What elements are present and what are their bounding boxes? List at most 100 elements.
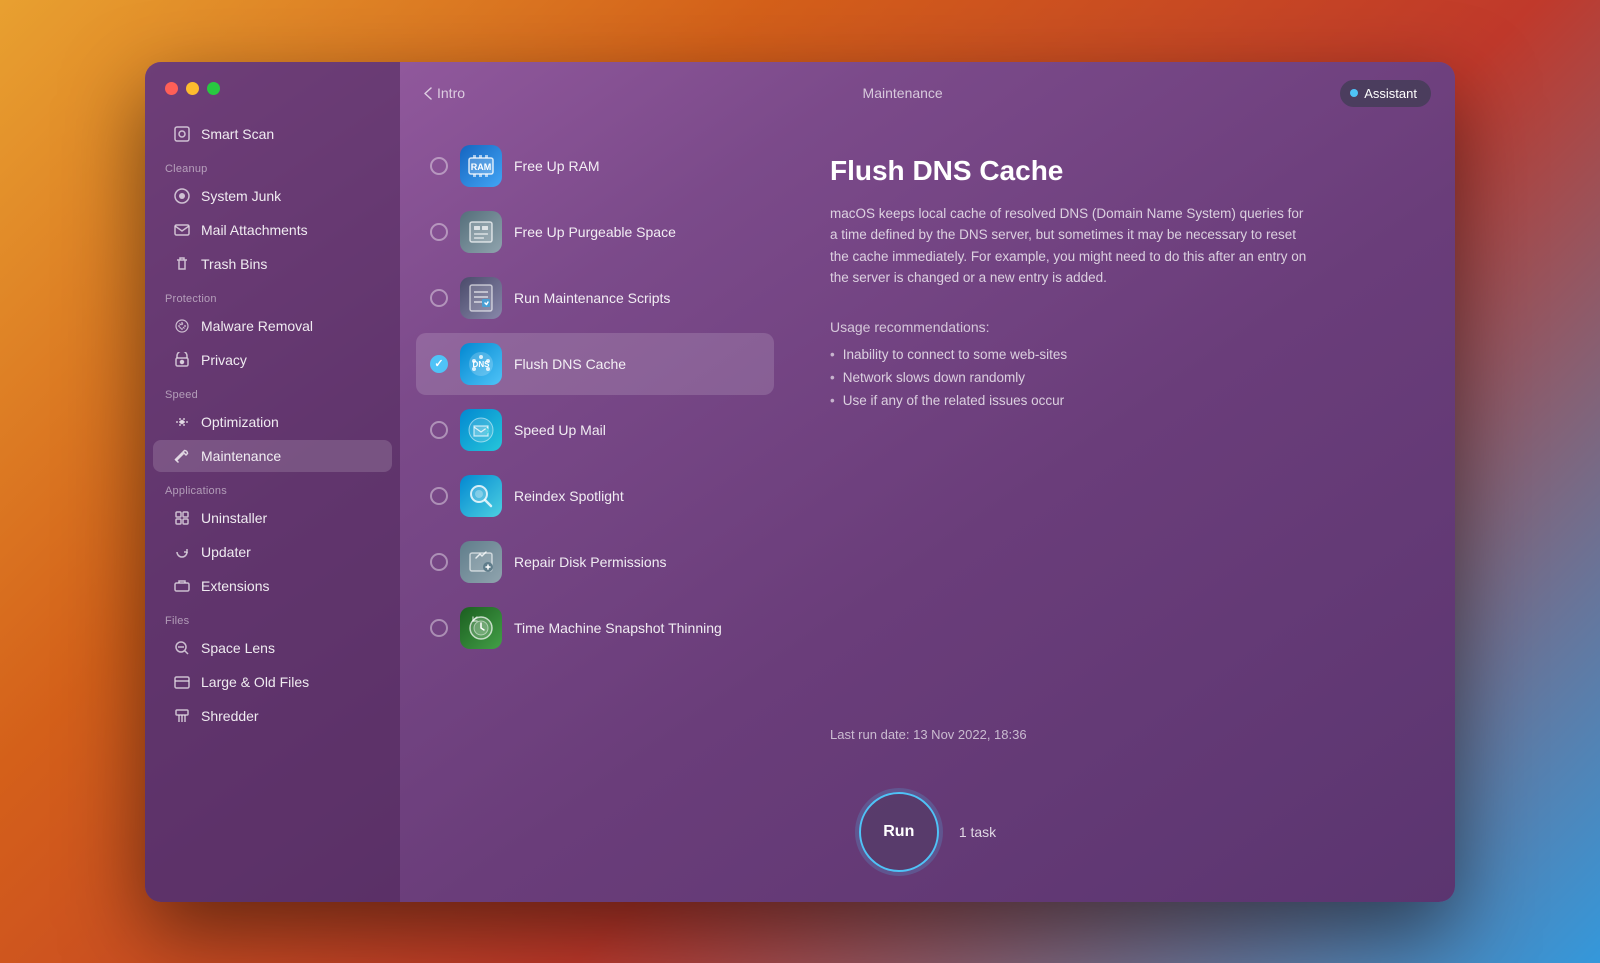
assistant-button[interactable]: Assistant [1340, 80, 1431, 107]
extensions-icon [173, 577, 191, 595]
task-radio-purgeable[interactable] [430, 223, 448, 241]
task-radio-time-machine[interactable] [430, 619, 448, 637]
close-button[interactable] [165, 82, 178, 95]
privacy-icon [173, 351, 191, 369]
task-item-purgeable[interactable]: Free Up Purgeable Space [416, 201, 774, 263]
sidebar-section-protection: Protection [145, 281, 400, 309]
shredder-icon [173, 707, 191, 725]
task-icon-time-machine [460, 607, 502, 649]
task-item-maintenance-scripts[interactable]: Run Maintenance Scripts [416, 267, 774, 329]
usage-item-1: Inability to connect to some web-sites [830, 347, 1415, 362]
sidebar-item-large-old-files[interactable]: Large & Old Files [153, 666, 392, 698]
uninstaller-label: Uninstaller [201, 510, 267, 526]
detail-description: macOS keeps local cache of resolved DNS … [830, 203, 1310, 289]
sidebar-item-space-lens[interactable]: Space Lens [153, 632, 392, 664]
task-radio-repair-disk[interactable] [430, 553, 448, 571]
app-window: Smart Scan Cleanup System Junk Mail Atta… [145, 62, 1455, 902]
main-content: Intro Maintenance Assistant RAM [400, 62, 1455, 902]
privacy-label: Privacy [201, 352, 247, 368]
task-radio-reindex-spotlight[interactable] [430, 487, 448, 505]
sidebar: Smart Scan Cleanup System Junk Mail Atta… [145, 62, 400, 902]
content-split: RAM Free Up RAM [400, 125, 1455, 772]
back-button[interactable]: Intro [424, 85, 465, 101]
task-item-speed-up-mail[interactable]: Speed Up Mail [416, 399, 774, 461]
svg-text:RAM: RAM [471, 162, 492, 172]
top-bar: Intro Maintenance Assistant [400, 62, 1455, 125]
sidebar-section-applications: Applications [145, 473, 400, 501]
task-label-purgeable: Free Up Purgeable Space [514, 224, 676, 240]
task-list: RAM Free Up RAM [400, 125, 790, 772]
space-lens-icon [173, 639, 191, 657]
malware-removal-icon [173, 317, 191, 335]
task-item-time-machine[interactable]: Time Machine Snapshot Thinning [416, 597, 774, 659]
usage-item-3: Use if any of the related issues occur [830, 393, 1415, 408]
task-radio-speed-up-mail[interactable] [430, 421, 448, 439]
detail-title: Flush DNS Cache [830, 155, 1415, 187]
sidebar-section-files: Files [145, 603, 400, 631]
task-item-reindex-spotlight[interactable]: Reindex Spotlight [416, 465, 774, 527]
mail-attachments-label: Mail Attachments [201, 222, 308, 238]
mail-attachments-icon [173, 221, 191, 239]
updater-icon [173, 543, 191, 561]
task-item-free-up-ram[interactable]: RAM Free Up RAM [416, 135, 774, 197]
sidebar-section-speed: Speed [145, 377, 400, 405]
sidebar-item-updater[interactable]: Updater [153, 536, 392, 568]
task-icon-repair-disk [460, 541, 502, 583]
sidebar-item-mail-attachments[interactable]: Mail Attachments [153, 214, 392, 246]
sidebar-item-extensions[interactable]: Extensions [153, 570, 392, 602]
trash-bins-label: Trash Bins [201, 256, 267, 272]
sidebar-item-uninstaller[interactable]: Uninstaller [153, 502, 392, 534]
traffic-lights [165, 82, 220, 95]
maintenance-label: Maintenance [201, 448, 281, 464]
task-label-free-up-ram: Free Up RAM [514, 158, 600, 174]
task-icon-reindex-spotlight [460, 475, 502, 517]
task-label-reindex-spotlight: Reindex Spotlight [514, 488, 624, 504]
system-junk-label: System Junk [201, 188, 281, 204]
task-item-repair-disk[interactable]: Repair Disk Permissions [416, 531, 774, 593]
sidebar-item-smart-scan[interactable]: Smart Scan [153, 118, 392, 150]
sidebar-item-malware-removal[interactable]: Malware Removal [153, 310, 392, 342]
space-lens-label: Space Lens [201, 640, 275, 656]
task-label-speed-up-mail: Speed Up Mail [514, 422, 606, 438]
task-radio-flush-dns[interactable] [430, 355, 448, 373]
task-label-time-machine: Time Machine Snapshot Thinning [514, 620, 722, 636]
sidebar-item-optimization[interactable]: Optimization [153, 406, 392, 438]
bottom-run-area: Run 1 task [400, 772, 1455, 902]
large-old-files-icon [173, 673, 191, 691]
smart-scan-icon [173, 125, 191, 143]
usage-item-2: Network slows down randomly [830, 370, 1415, 385]
task-icon-purgeable [460, 211, 502, 253]
shredder-label: Shredder [201, 708, 259, 724]
page-title: Maintenance [863, 85, 943, 101]
run-button[interactable]: Run [859, 792, 939, 872]
usage-list: Inability to connect to some web-sites N… [830, 347, 1415, 408]
usage-recommendations-label: Usage recommendations: [830, 319, 1415, 335]
extensions-label: Extensions [201, 578, 269, 594]
large-old-files-label: Large & Old Files [201, 674, 309, 690]
task-radio-free-up-ram[interactable] [430, 157, 448, 175]
last-run-date: Last run date: 13 Nov 2022, 18:36 [830, 697, 1415, 742]
task-icon-flush-dns: DNS [460, 343, 502, 385]
optimization-label: Optimization [201, 414, 279, 430]
sidebar-item-privacy[interactable]: Privacy [153, 344, 392, 376]
maximize-button[interactable] [207, 82, 220, 95]
system-junk-icon [173, 187, 191, 205]
task-count: 1 task [959, 824, 996, 840]
assistant-dot [1350, 89, 1358, 97]
back-label: Intro [437, 85, 465, 101]
task-item-flush-dns[interactable]: DNS Flush DNS Cache [416, 333, 774, 395]
task-label-flush-dns: Flush DNS Cache [514, 356, 626, 372]
sidebar-item-shredder[interactable]: Shredder [153, 700, 392, 732]
updater-label: Updater [201, 544, 251, 560]
maintenance-icon [173, 447, 191, 465]
malware-removal-label: Malware Removal [201, 318, 313, 334]
minimize-button[interactable] [186, 82, 199, 95]
task-radio-maintenance-scripts[interactable] [430, 289, 448, 307]
uninstaller-icon [173, 509, 191, 527]
task-icon-speed-up-mail [460, 409, 502, 451]
task-label-maintenance-scripts: Run Maintenance Scripts [514, 290, 670, 306]
sidebar-item-maintenance[interactable]: Maintenance [153, 440, 392, 472]
sidebar-item-trash-bins[interactable]: Trash Bins [153, 248, 392, 280]
task-icon-maintenance-scripts [460, 277, 502, 319]
sidebar-item-system-junk[interactable]: System Junk [153, 180, 392, 212]
